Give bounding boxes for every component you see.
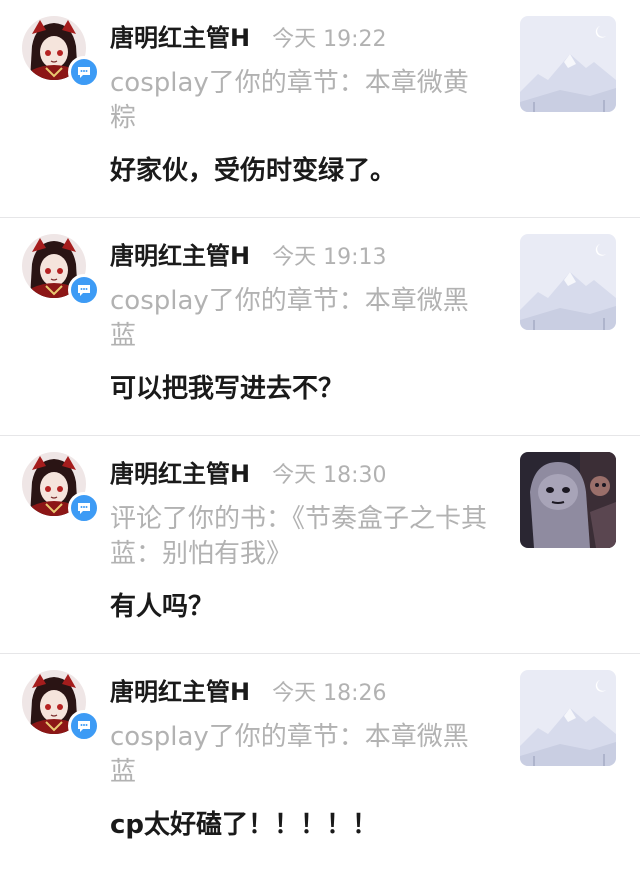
comment-text: 可以把我写进去不？ bbox=[110, 374, 345, 404]
action-text[interactable]: 评论了你的书：《节奏盒子之卡其蓝：别怕有我》 bbox=[110, 502, 490, 572]
notification-item[interactable]: 唐明红主管H 今天 19:13 cosplay了你的章节：本章微黑蓝 可以把我写… bbox=[0, 218, 640, 436]
notification-list: 唐明红主管H 今天 19:22 cosplay了你的章节：本章微黄粽 好家伙，受… bbox=[0, 0, 640, 856]
notification-item[interactable]: 唐明红主管H 今天 18:30 评论了你的书：《节奏盒子之卡其蓝：别怕有我》 有… bbox=[0, 436, 640, 654]
action-text[interactable]: cosplay了你的章节：本章微黑蓝 bbox=[110, 284, 490, 354]
username[interactable]: 唐明红主管H bbox=[110, 18, 250, 53]
username[interactable]: 唐明红主管H bbox=[110, 454, 250, 489]
timestamp: 今天 19:22 bbox=[272, 27, 387, 52]
timestamp: 今天 18:30 bbox=[272, 463, 387, 488]
comment-text: cp太好磕了！！！！！ bbox=[110, 810, 379, 840]
message-badge-icon bbox=[68, 274, 100, 306]
username[interactable]: 唐明红主管H bbox=[110, 236, 250, 271]
timestamp: 今天 19:13 bbox=[272, 245, 387, 270]
thumbnail-placeholder-image[interactable] bbox=[520, 234, 616, 330]
comment-text: 有人吗？ bbox=[110, 592, 215, 622]
message-badge-icon bbox=[68, 492, 100, 524]
thumbnail-placeholder-image[interactable] bbox=[520, 16, 616, 112]
thumbnail-placeholder-image[interactable] bbox=[520, 670, 616, 766]
comment-text: 好家伙，受伤时变绿了。 bbox=[110, 156, 397, 186]
action-text[interactable]: cosplay了你的章节：本章微黑蓝 bbox=[110, 720, 490, 790]
timestamp: 今天 18:26 bbox=[272, 681, 387, 706]
notification-item[interactable]: 唐明红主管H 今天 18:26 cosplay了你的章节：本章微黑蓝 cp太好磕… bbox=[0, 654, 640, 872]
message-badge-icon bbox=[68, 56, 100, 88]
message-badge-icon bbox=[68, 710, 100, 742]
book-cover-thumbnail[interactable] bbox=[520, 452, 616, 548]
username[interactable]: 唐明红主管H bbox=[110, 672, 250, 707]
action-text[interactable]: cosplay了你的章节：本章微黄粽 bbox=[110, 66, 490, 136]
notification-item[interactable]: 唐明红主管H 今天 19:22 cosplay了你的章节：本章微黄粽 好家伙，受… bbox=[0, 0, 640, 218]
